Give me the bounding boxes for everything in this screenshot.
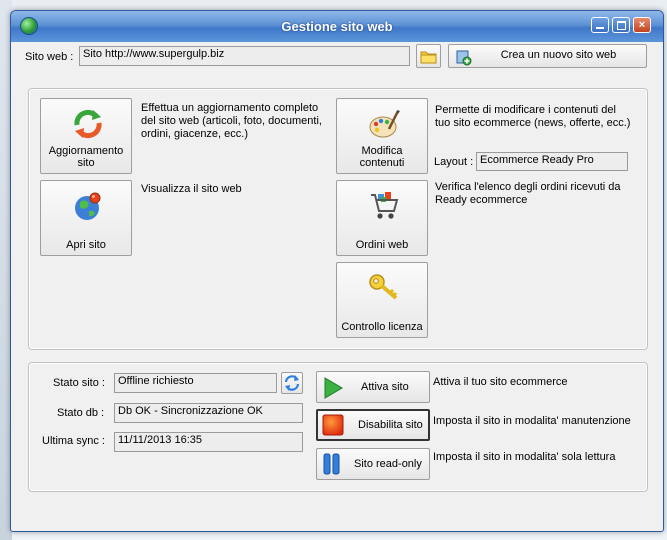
main-window: Gestione sito web × Sito web : Sito http…: [10, 10, 664, 532]
edit-content-button[interactable]: Modifica contenuti: [336, 98, 428, 174]
refresh-icon: [284, 375, 300, 391]
site-label: Sito web :: [25, 51, 74, 63]
layout-label: Layout :: [434, 156, 474, 168]
create-site-button[interactable]: Crea un nuovo sito web: [448, 44, 647, 68]
shopping-cart-icon: [371, 192, 399, 219]
update-site-label: Aggiornamento sito: [48, 145, 124, 169]
web-orders-button[interactable]: Ordini web: [336, 180, 428, 256]
maximize-button[interactable]: [612, 17, 630, 33]
readonly-site-label: Sito read-only: [354, 458, 422, 470]
edit-content-desc: Permette di modificare i contenuti del t…: [435, 104, 631, 129]
update-site-button[interactable]: Aggiornamento sito: [40, 98, 132, 174]
license-check-button[interactable]: Controllo licenza: [336, 262, 428, 338]
desktop: Gestione sito web × Sito web : Sito http…: [0, 0, 667, 540]
pause-icon: [323, 453, 340, 475]
open-site-button[interactable]: Apri sito: [40, 180, 132, 256]
disable-site-desc: Imposta il sito in modalita' manutenzion…: [433, 415, 631, 427]
last-sync-label: Ultima sync :: [42, 435, 105, 447]
browse-folder-button[interactable]: [416, 44, 441, 68]
palette-icon: [369, 110, 400, 138]
db-status-label: Stato db :: [57, 407, 105, 419]
last-sync-field: 11/11/2013 16:35: [114, 432, 303, 452]
open-site-desc: Visualizza il sito web: [141, 183, 242, 195]
activate-site-label: Attiva sito: [361, 381, 409, 393]
globe-icon: [75, 192, 101, 220]
folder-icon: [420, 51, 437, 64]
minimize-icon: [596, 27, 604, 29]
title-bar[interactable]: Gestione sito web ×: [11, 11, 663, 42]
window-title: Gestione sito web: [281, 19, 393, 34]
maximize-icon: [617, 21, 626, 30]
activate-site-desc: Attiva il tuo sito ecommerce: [433, 376, 568, 388]
edit-content-label: Modifica contenuti: [359, 145, 405, 169]
site-field: Sito http://www.supergulp.biz: [79, 46, 410, 66]
disable-site-button[interactable]: Disabilita sito: [316, 409, 430, 441]
open-site-label: Apri sito: [66, 239, 106, 251]
disable-site-label: Disabilita sito: [358, 419, 423, 431]
key-icon: [369, 274, 398, 300]
minimize-button[interactable]: [591, 17, 609, 33]
stop-icon: [322, 414, 344, 436]
refresh-arrows-icon: [74, 109, 102, 139]
create-site-label: Crea un nuovo sito web: [500, 49, 617, 61]
license-check-label: Controllo licenza: [341, 321, 423, 333]
web-orders-desc: Verifica l'elenco degli ordini ricevuti …: [435, 181, 621, 206]
readonly-site-button[interactable]: Sito read-only: [316, 448, 430, 480]
layout-field: Ecommerce Ready Pro: [476, 152, 628, 171]
close-icon: ×: [638, 19, 646, 31]
activate-site-button[interactable]: Attiva sito: [316, 371, 430, 403]
site-status-field: Offline richiesto: [114, 373, 277, 393]
play-icon: [324, 377, 343, 399]
close-button[interactable]: ×: [633, 17, 651, 33]
refresh-status-button[interactable]: [281, 372, 303, 394]
readonly-site-desc: Imposta il sito in modalita' sola lettur…: [433, 451, 616, 463]
db-status-field: Db OK - Sincronizzazione OK: [114, 403, 303, 423]
site-status-label: Stato sito :: [53, 377, 105, 389]
web-orders-label: Ordini web: [355, 239, 409, 251]
update-site-desc: Effettua un aggiornamento completo del s…: [141, 102, 322, 140]
